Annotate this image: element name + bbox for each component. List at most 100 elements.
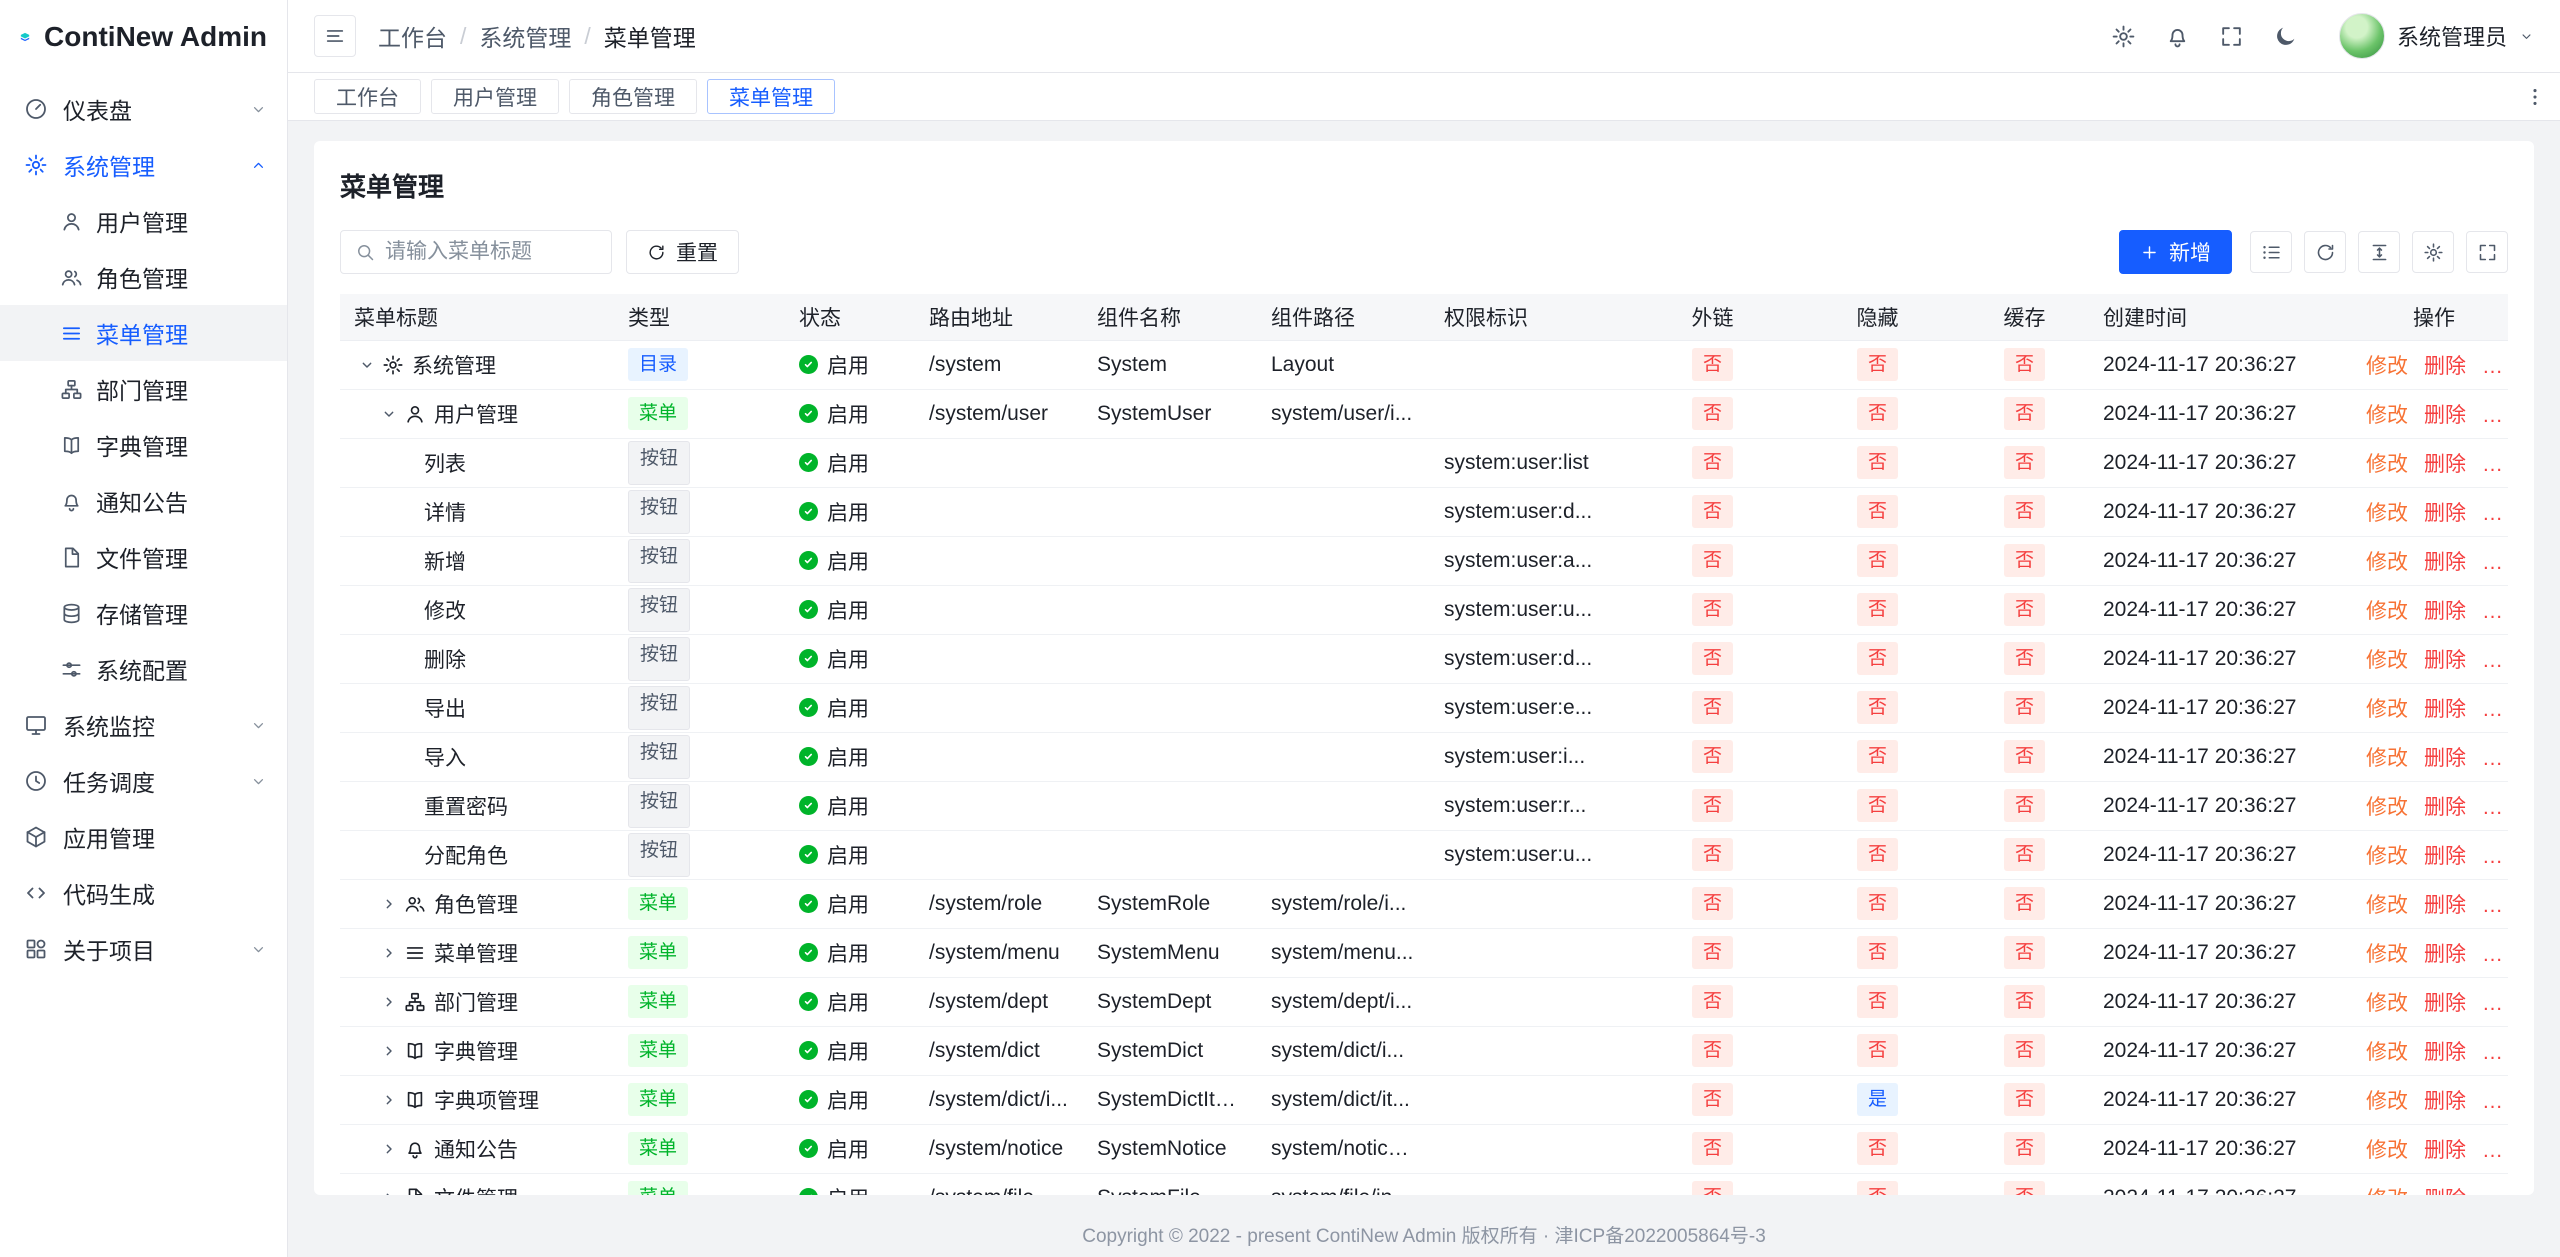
bell-icon <box>2165 24 2190 49</box>
delete-link[interactable]: 删除 <box>2424 644 2466 674</box>
delete-link[interactable]: 删除 <box>2424 1183 2466 1196</box>
sidebar-subitem[interactable]: 系统配置 <box>0 641 287 697</box>
reset-button[interactable]: 重置 <box>626 230 739 274</box>
user-menu[interactable]: 系统管理员 <box>2339 13 2534 59</box>
modify-link[interactable]: 修改 <box>2366 742 2408 772</box>
modify-link[interactable]: 修改 <box>2366 448 2408 478</box>
modify-link[interactable]: 修改 <box>2366 595 2408 625</box>
sidebar-subitem[interactable]: 文件管理 <box>0 529 287 585</box>
tab-item[interactable]: 工作台 <box>314 79 421 114</box>
delete-link[interactable]: 删除 <box>2424 889 2466 919</box>
sidebar-item[interactable]: 仪表盘 <box>0 81 287 137</box>
modify-link[interactable]: 修改 <box>2366 1036 2408 1066</box>
modify-link[interactable]: 修改 <box>2366 1183 2408 1196</box>
modify-link[interactable]: 修改 <box>2366 497 2408 527</box>
breadcrumb-item[interactable]: 工作台 <box>378 19 447 53</box>
sidebar-subitem[interactable]: 通知公告 <box>0 473 287 529</box>
delete-link[interactable]: 删除 <box>2424 1036 2466 1066</box>
check-icon <box>803 1094 814 1105</box>
sidebar-subitem[interactable]: 角色管理 <box>0 249 287 305</box>
delete-link[interactable]: 删除 <box>2424 1134 2466 1164</box>
modify-link[interactable]: 修改 <box>2366 840 2408 870</box>
expander-space <box>398 646 424 672</box>
status-cell: 启用 <box>785 977 915 1026</box>
delete-link[interactable]: 删除 <box>2424 791 2466 821</box>
status-cell: 启用 <box>785 1173 915 1195</box>
expand-toggle[interactable] <box>354 352 380 378</box>
check-icon <box>803 457 814 468</box>
modify-link[interactable]: 修改 <box>2366 1085 2408 1115</box>
tab-item[interactable]: 用户管理 <box>431 79 559 114</box>
delete-link[interactable]: 删除 <box>2424 399 2466 429</box>
sidebar-subitem[interactable]: 部门管理 <box>0 361 287 417</box>
menu-title: 角色管理 <box>434 889 518 919</box>
sidebar-item[interactable]: 应用管理 <box>0 809 287 865</box>
delete-link[interactable]: 删除 <box>2424 497 2466 527</box>
expand-toggle[interactable] <box>376 989 402 1015</box>
sidebar-item[interactable]: 关于项目 <box>0 921 287 977</box>
expand-toggle[interactable] <box>376 401 402 427</box>
expand-toggle[interactable] <box>376 1136 402 1162</box>
modify-link[interactable]: 修改 <box>2366 644 2408 674</box>
sidebar-item[interactable]: 系统管理 <box>0 137 287 193</box>
delete-link[interactable]: 删除 <box>2424 987 2466 1017</box>
delete-link[interactable]: 删除 <box>2424 938 2466 968</box>
breadcrumb-item[interactable]: 系统管理 <box>479 19 571 53</box>
add-button[interactable]: 新增 <box>2119 230 2232 274</box>
delete-link[interactable]: 删除 <box>2424 546 2466 576</box>
delete-link[interactable]: 删除 <box>2424 448 2466 478</box>
toolbar-list-view-button[interactable] <box>2250 231 2292 273</box>
delete-link[interactable]: 删除 <box>2424 693 2466 723</box>
created-time-cell: 2024-11-17 20:36:27 <box>2089 879 2344 928</box>
tab-item[interactable]: 菜单管理 <box>707 79 835 114</box>
status-cell: 启用 <box>785 1026 915 1075</box>
modify-link[interactable]: 修改 <box>2366 889 2408 919</box>
tab-item[interactable]: 角色管理 <box>569 79 697 114</box>
sidebar-item[interactable]: 代码生成 <box>0 865 287 921</box>
sidebar-item[interactable]: 系统监控 <box>0 697 287 753</box>
modify-link[interactable]: 修改 <box>2366 399 2408 429</box>
toolbar-row-height-button[interactable] <box>2358 231 2400 273</box>
topbar-bell-button[interactable] <box>2155 13 2201 59</box>
sidebar-subitem[interactable]: 菜单管理 <box>0 305 287 361</box>
toolbar-fullscreen-button[interactable] <box>2466 231 2508 273</box>
delete-link[interactable]: 删除 <box>2424 840 2466 870</box>
modify-link[interactable]: 修改 <box>2366 938 2408 968</box>
modify-link[interactable]: 修改 <box>2366 987 2408 1017</box>
app-logo[interactable]: ContiNew Admin <box>0 0 287 73</box>
type-badge: 按钮 <box>628 441 690 485</box>
modify-link[interactable]: 修改 <box>2366 546 2408 576</box>
toolbar-gear-button[interactable] <box>2412 231 2454 273</box>
expand-toggle[interactable] <box>376 1038 402 1064</box>
modify-link[interactable]: 修改 <box>2366 791 2408 821</box>
check-circle-icon <box>799 1090 818 1109</box>
modify-link[interactable]: 修改 <box>2366 1134 2408 1164</box>
topbar-moon-button[interactable] <box>2263 13 2309 59</box>
expand-toggle[interactable] <box>376 940 402 966</box>
sidebar-subitem[interactable]: 用户管理 <box>0 193 287 249</box>
hidden-cell: 否 <box>1795 1124 1960 1173</box>
sidebar-subitem[interactable]: 字典管理 <box>0 417 287 473</box>
expand-toggle[interactable] <box>376 1185 402 1196</box>
modify-link[interactable]: 修改 <box>2366 350 2408 380</box>
delete-link[interactable]: 删除 <box>2424 595 2466 625</box>
modify-link[interactable]: 修改 <box>2366 693 2408 723</box>
expand-toggle[interactable] <box>376 1087 402 1113</box>
topbar-fullscreen-button[interactable] <box>2209 13 2255 59</box>
topbar-gear-button[interactable] <box>2101 13 2147 59</box>
breadcrumb-item[interactable]: 菜单管理 <box>604 19 696 53</box>
sidebar-subitem-label: 字典管理 <box>96 428 188 462</box>
search-input[interactable] <box>385 240 597 264</box>
sidebar-collapse-button[interactable] <box>314 15 356 57</box>
delete-link[interactable]: 删除 <box>2424 1085 2466 1115</box>
expand-toggle[interactable] <box>376 891 402 917</box>
sidebar-item[interactable]: 任务调度 <box>0 753 287 809</box>
toolbar-refresh-button[interactable] <box>2304 231 2346 273</box>
delete-link[interactable]: 删除 <box>2424 742 2466 772</box>
page-title: 菜单管理 <box>340 167 2508 204</box>
sidebar-subitem[interactable]: 存储管理 <box>0 585 287 641</box>
delete-link[interactable]: 删除 <box>2424 350 2466 380</box>
route-cell <box>915 830 1083 879</box>
tab-more-button[interactable] <box>2510 73 2560 120</box>
flag-badge: 否 <box>1692 1083 1733 1117</box>
